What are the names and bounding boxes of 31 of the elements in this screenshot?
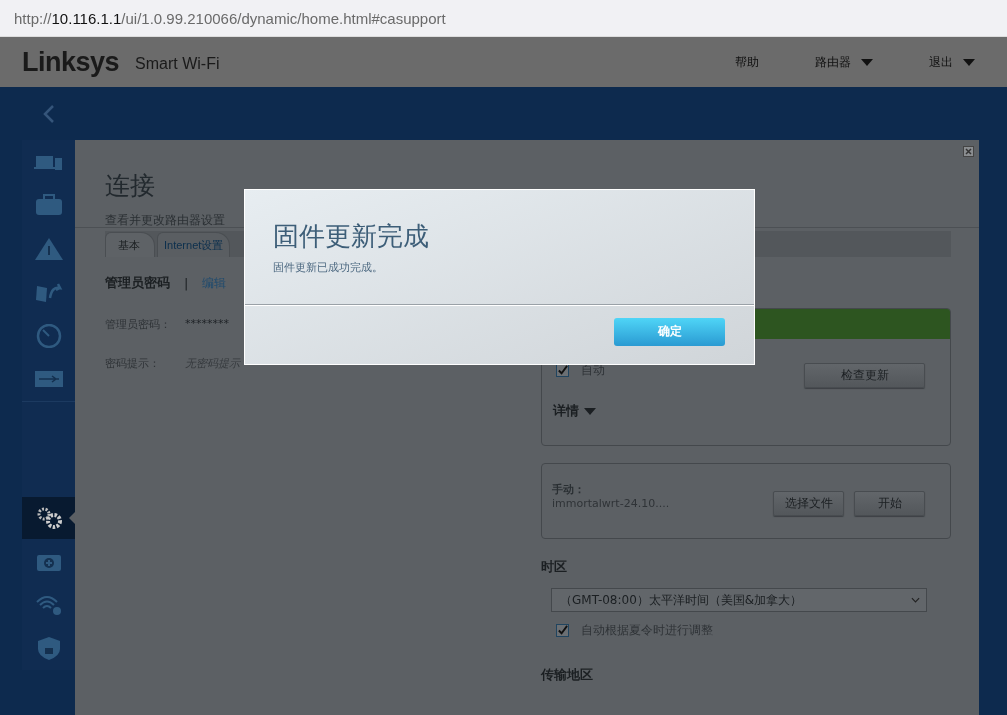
caret-icon: [861, 58, 873, 66]
nav-menu[interactable]: 帮助: [735, 53, 759, 71]
dialog-message: 固件更新已成功完成。: [273, 260, 384, 275]
file-action-button[interactable]: 开始: [854, 491, 925, 516]
check-update-button[interactable]: 检查更新: [804, 363, 925, 388]
logo: Linksys: [22, 46, 120, 78]
nav-menu[interactable]: 退出: [929, 53, 975, 71]
chevron-down-icon: [911, 597, 920, 603]
field-value: ********: [185, 317, 229, 332]
chevron-left-icon: [42, 103, 55, 124]
product-name: Smart Wi-Fi: [135, 54, 220, 73]
separator: |: [184, 275, 189, 291]
section-heading: 时区: [541, 558, 568, 576]
caret-icon: [584, 407, 596, 415]
file-action-button[interactable]: 选择文件: [773, 491, 844, 516]
page-title: 连接: [105, 170, 156, 202]
warning-icon: [33, 236, 64, 261]
nav-menu[interactable]: 路由器: [815, 53, 873, 71]
timezone-select[interactable]: （GMT-08:00）太平洋时间（美国&加拿大）: [551, 588, 927, 612]
dialog-title: 固件更新完成: [273, 220, 430, 253]
tab[interactable]: Internet设置: [157, 232, 231, 257]
caret-icon: [963, 58, 975, 66]
sidebar-item[interactable]: [22, 497, 75, 539]
ok-button[interactable]: 确定: [614, 317, 725, 346]
section-heading: 管理员密码: [105, 274, 170, 292]
tab[interactable]: 基本: [105, 232, 155, 257]
section-heading: 传输地区: [541, 666, 594, 684]
checkbox[interactable]: [556, 624, 569, 637]
close-icon[interactable]: [963, 146, 974, 157]
briefcase-icon: [33, 193, 64, 218]
details-toggle[interactable]: 详情: [553, 402, 596, 420]
